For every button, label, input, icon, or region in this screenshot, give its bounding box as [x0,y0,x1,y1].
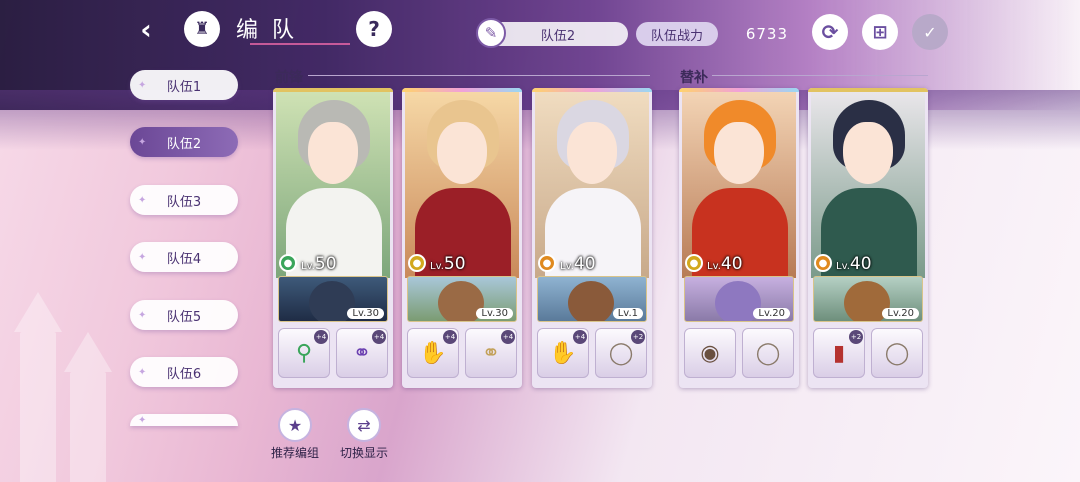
support-card[interactable]: Lv.30 [278,276,388,322]
equipment-slot[interactable]: ◉ [684,328,736,378]
add-button[interactable]: ⊞ [862,14,898,50]
element-icon: ● [685,254,703,272]
enhance-badge: +2 [849,330,863,344]
character-card[interactable]: ● Lv.40 Lv.20 ◉ ◯ [679,88,799,388]
character-portrait [811,92,925,278]
character-level: Lv.50 [301,254,337,274]
element-icon: ● [538,254,556,272]
toggle-display-button[interactable]: ⇄ 切换显示 [336,408,392,461]
enhance-badge: +4 [573,330,587,344]
team-tab-4[interactable]: 队伍4 [130,242,238,272]
character-portrait [405,92,519,278]
equipment-slot[interactable]: ⚭ +4 [465,328,517,378]
support-card[interactable]: Lv.1 [537,276,647,322]
earrings-icon: ⚭ [481,340,501,366]
equipment-slot[interactable]: ✋ +4 [537,328,589,378]
enhance-badge: +4 [443,330,457,344]
gauntlet-icon: ✋ [549,340,577,366]
ring-icon: ◯ [608,340,634,366]
team-power-value: 6733 [745,25,788,43]
castle-icon: ♜ [194,19,210,39]
confirm-button[interactable]: ✓ [912,14,948,50]
team-power-label: 队伍战力 [636,22,718,46]
team-name-field[interactable]: ✎ 队伍2 [476,17,628,48]
support-level: Lv.30 [476,308,513,319]
character-card[interactable]: ● Lv.50 Lv.30 ⚲ +4 ⚭ +4 [273,88,393,388]
equipment-slot[interactable]: ◯ [742,328,794,378]
support-level: Lv.20 [753,308,790,319]
toggle-display-label: 切换显示 [339,446,388,460]
support-card[interactable]: Lv.30 [407,276,517,322]
enhance-badge: +4 [314,330,328,344]
gauntlet-icon: ✋ [419,340,447,366]
ring-icon: ◯ [884,340,910,366]
refresh-button[interactable]: ⟳ [812,14,848,50]
staff-icon: ⚲ [295,340,313,366]
element-icon: ● [408,254,426,272]
enhance-badge: +4 [501,330,515,344]
character-portrait [276,92,390,278]
book-icon: ▮ [832,340,846,366]
equipment-slot[interactable]: ◯ +2 [595,328,647,378]
swap-arrows-icon: ⇄ [347,408,381,442]
help-button[interactable]: ? [356,11,392,47]
element-icon: ● [814,254,832,272]
team-tab-5[interactable]: 队伍5 [130,300,238,330]
home-button[interactable]: ♜ [184,11,220,47]
support-level: Lv.1 [612,308,643,319]
character-level: Lv.40 [560,254,596,274]
equipment-slot[interactable]: ✋ +4 [407,328,459,378]
team-tab-7-partial[interactable] [130,414,238,426]
character-portrait [682,92,796,278]
back-button[interactable]: ‹ [128,11,164,47]
element-icon: ● [279,254,297,272]
team-formation-screen: ‹ ♜ 编队 ? ✎ 队伍2 队伍战力 6733 ⟳ ⊞ ✓ 队伍1 队伍2 队… [0,0,1080,482]
reserve-section-title: 替补 [680,70,708,86]
team-tab-6[interactable]: 队伍6 [130,357,238,387]
character-level: Lv.40 [836,254,872,274]
question-icon: ? [368,17,380,41]
enhance-badge: +2 [631,330,645,344]
team-tab-3[interactable]: 队伍3 [130,185,238,215]
character-level: Lv.50 [430,254,466,274]
character-card[interactable]: ● Lv.40 Lv.1 ✋ +4 ◯ +2 [532,88,652,388]
title-decoration [250,39,350,45]
character-card[interactable]: ● Lv.50 Lv.30 ✋ +4 ⚭ +4 [402,88,522,388]
earrings-icon: ⚭ [352,340,372,366]
recommend-formation-label: 推荐编组 [270,446,319,460]
equipment-slot[interactable]: ◯ [871,328,923,378]
support-card[interactable]: Lv.20 [684,276,794,322]
castle-silhouette [14,292,62,482]
equipment-slot[interactable]: ⚲ +4 [278,328,330,378]
ring-icon: ◯ [755,340,781,366]
equipment-slot[interactable]: ▮ +2 [813,328,865,378]
check-document-icon: ✓ [923,22,937,42]
support-level: Lv.20 [882,308,919,319]
star-bookmark-icon: ★ [278,408,312,442]
coin-icon: ◉ [700,340,720,366]
team-name-value: 队伍2 [540,28,576,44]
recommend-formation-button[interactable]: ★ 推荐编组 [267,408,323,461]
divider [712,75,928,76]
support-level: Lv.30 [347,308,384,319]
enhance-badge: +4 [372,330,386,344]
back-arrow-icon: ‹ [140,12,152,46]
character-level: Lv.40 [707,254,743,274]
team-tab-1[interactable]: 队伍1 [130,70,238,100]
equipment-slot[interactable]: ⚭ +4 [336,328,388,378]
team-tab-2[interactable]: 队伍2 [130,127,238,157]
team-power: 队伍战力 6733 [636,22,800,46]
front-section-title: 前锋 [275,70,303,86]
character-portrait [535,92,649,278]
add-document-icon: ⊞ [872,21,888,43]
refresh-icon: ⟳ [821,20,839,44]
castle-silhouette [64,332,112,482]
character-card[interactable]: ● Lv.40 Lv.20 ▮ +2 ◯ [808,88,928,388]
support-card[interactable]: Lv.20 [813,276,923,322]
feather-icon[interactable]: ✎ [476,17,506,48]
divider [308,75,650,76]
